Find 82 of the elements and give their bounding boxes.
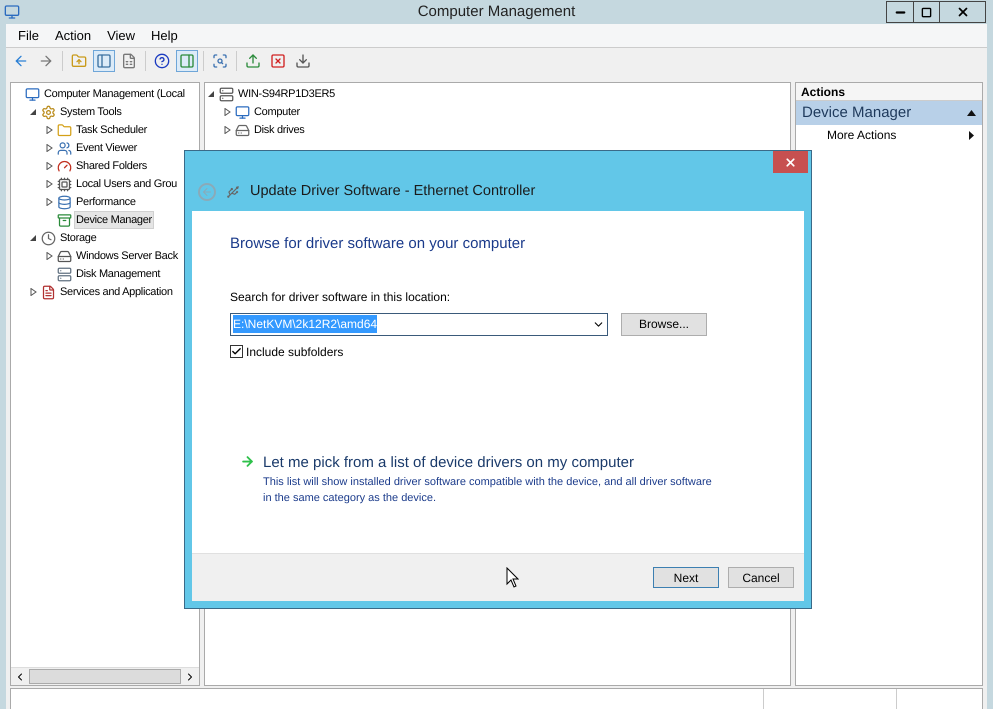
expanded-arrow-icon[interactable]: [208, 90, 214, 98]
device-icon: [226, 185, 240, 199]
collapsed-arrow-icon[interactable]: [46, 180, 52, 188]
tree-item[interactable]: Computer Management (Local: [42, 84, 187, 104]
collapsed-arrow-icon[interactable]: [46, 126, 52, 134]
action-link[interactable]: More Actions: [827, 126, 896, 144]
scan-icon: [212, 53, 228, 69]
collapsed-arrow-icon[interactable]: [224, 108, 230, 116]
browse-button[interactable]: Browse...: [621, 312, 707, 336]
disable-icon: [295, 53, 311, 69]
section-header[interactable]: Device Manager: [796, 101, 982, 125]
expanded-arrow-icon[interactable]: [30, 234, 36, 242]
tree-item[interactable]: Services and Application: [58, 282, 175, 302]
users-icon: [57, 140, 72, 156]
submenu-arrow-icon: [969, 130, 974, 140]
tree-item[interactable]: Event Viewer: [74, 138, 140, 158]
collapsed-arrow-icon[interactable]: [46, 198, 52, 206]
action-pane-icon: [179, 53, 195, 69]
tree-item[interactable]: WIN-S94RP1D3ER5: [236, 84, 337, 104]
menu-item[interactable]: View: [99, 26, 144, 46]
folder-icon: [57, 122, 72, 138]
dialog-close-button[interactable]: [773, 151, 808, 173]
collapsed-arrow-icon[interactable]: [46, 144, 52, 152]
tree-item[interactable]: System Tools: [58, 102, 124, 122]
collapse-icon[interactable]: [967, 110, 976, 116]
pick-description: This list will show installed driver software compatible with the device, and all driver software in the same category as the device.: [263, 475, 713, 506]
tree-item[interactable]: Device Manager: [74, 210, 154, 230]
tree-item[interactable]: Windows Server Back: [74, 246, 180, 266]
section-title: Device Manager: [802, 102, 912, 123]
app-icon: [4, 4, 20, 20]
tree-item[interactable]: Disk drives: [252, 120, 306, 140]
monitor-icon: [235, 104, 250, 120]
properties-icon: [121, 53, 137, 69]
menu-item[interactable]: Action: [46, 26, 100, 46]
pick-link[interactable]: Let me pick from a list of device drivers on my computer: [263, 452, 713, 474]
tree-item[interactable]: Performance: [74, 192, 138, 212]
next-button[interactable]: Next: [653, 567, 719, 588]
clock-icon: [41, 230, 56, 246]
tree-item[interactable]: Shared Folders: [74, 156, 150, 176]
tools-icon: [41, 104, 56, 120]
collapsed-arrow-icon[interactable]: [46, 252, 52, 260]
help-icon: [154, 53, 170, 69]
horizontal-scrollbar[interactable]: [11, 667, 199, 685]
action-pane-button[interactable]: [176, 50, 198, 72]
tree-item[interactable]: Local Users and Grou: [74, 174, 179, 194]
maximize-icon: [921, 6, 932, 18]
collapsed-arrow-icon[interactable]: [46, 162, 52, 170]
tree-item[interactable]: Storage: [58, 228, 98, 248]
storage-icon: [57, 194, 72, 210]
update-icon: [245, 53, 261, 69]
collapsed-arrow-icon[interactable]: [30, 288, 36, 296]
log-icon: [41, 284, 56, 300]
dialog-title: Update Driver Software - Ethernet Controller: [250, 182, 536, 202]
actions-header: Actions: [796, 83, 982, 101]
cancel-button[interactable]: Cancel: [728, 567, 794, 588]
device-icon: [57, 176, 72, 192]
close-icon: [956, 5, 970, 19]
checkbox[interactable]: [230, 345, 243, 358]
folder-up-icon: [71, 53, 87, 69]
uninstall-icon: [270, 53, 286, 69]
scrollbar-thumb[interactable]: [29, 669, 181, 684]
tree-item[interactable]: Task Scheduler: [74, 120, 150, 140]
tree-item[interactable]: Disk Management: [74, 264, 162, 284]
arrow-icon: [240, 454, 255, 468]
cursor-icon: [506, 567, 519, 588]
backup-icon: [57, 212, 72, 228]
tree-pane-icon: [96, 53, 112, 69]
location-label: Search for driver software in this location:: [230, 288, 452, 306]
expanded-arrow-icon[interactable]: [30, 108, 36, 116]
collapsed-arrow-icon[interactable]: [224, 126, 230, 134]
forward-icon: [38, 53, 54, 69]
back-icon: [13, 53, 29, 69]
close-icon: [784, 156, 797, 168]
menu-item[interactable]: Help: [143, 26, 186, 46]
gauge-icon: [57, 158, 72, 174]
checkbox-label: Include subfolders: [246, 344, 344, 360]
location-value: E:\NetKVM\2k12R2\amd64: [233, 315, 378, 333]
tree-item[interactable]: Computer: [252, 102, 302, 122]
dialog-heading: Browse for driver software on your computer: [230, 234, 526, 254]
window-title: Computer Management: [418, 2, 576, 22]
menu-item[interactable]: File: [10, 26, 47, 46]
tree-pane-button[interactable]: [93, 50, 115, 72]
